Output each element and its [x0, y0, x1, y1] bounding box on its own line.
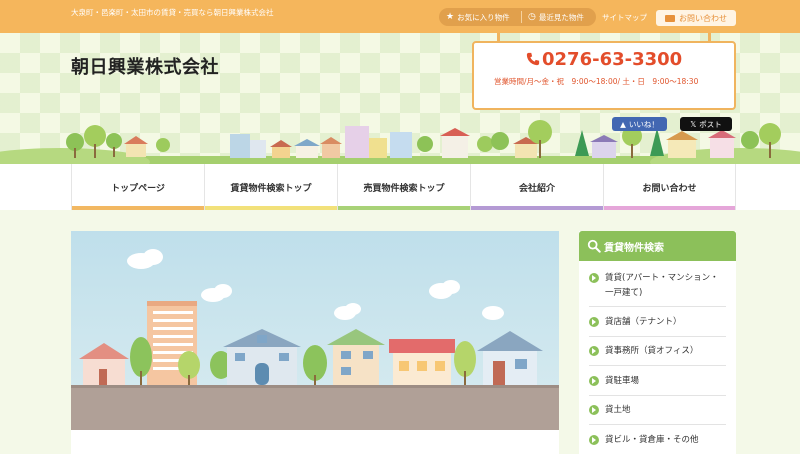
sidebar-item-label: 貸事務所（貸オフィス） — [605, 346, 699, 356]
sidebar-title: 賃貸物件検索 — [604, 242, 664, 254]
favorites-label: お気に入り物件 — [457, 12, 510, 22]
nav-label: トップページ — [111, 183, 165, 194]
divider — [589, 424, 726, 425]
recent-link[interactable]: ◷ 最近見た物件 — [528, 8, 584, 26]
sidebar-item-building-warehouse[interactable]: 貸ビル・貸倉庫・その他 — [589, 433, 726, 448]
sidebar-header: 賃貸物件検索 — [579, 231, 736, 261]
arrow-bullet-icon — [589, 317, 599, 327]
nav-underline — [338, 206, 470, 210]
divider — [589, 365, 726, 366]
sidebar-item-label: 賃貸(アパート・マンション・一戸建て) — [605, 273, 719, 298]
nav-underline — [604, 206, 735, 210]
favorites-link[interactable]: ★ お気に入り物件 — [446, 8, 510, 26]
phone-icon — [526, 52, 540, 66]
sitemap-label: サイトマップ — [602, 12, 647, 22]
townscape-image — [71, 249, 559, 430]
like-label: いいね！ — [628, 119, 659, 129]
recent-label: 最近見た物件 — [538, 12, 584, 22]
contact-top-label: お問い合わせ — [679, 13, 727, 23]
rental-search-sidebar: 賃貸物件検索 賃貸(アパート・マンション・一戸建て) 貸店舗（テナント） 貸事務… — [579, 231, 736, 454]
sidebar-item-parking[interactable]: 貸駐車場 — [589, 374, 726, 389]
nav-sale-search[interactable]: 売買物件検索トップ — [337, 164, 470, 210]
divider — [589, 336, 726, 337]
nav-company[interactable]: 会社紹介 — [470, 164, 603, 210]
phone-box: 0276-63-3300 営業時間/月〜金・祝 9:00〜18:00/ 土・日 … — [472, 41, 736, 110]
arrow-bullet-icon — [589, 435, 599, 445]
arrow-bullet-icon — [589, 273, 599, 283]
site-header: 朝日興業株式会社 0276-63-3300 営業時間/月〜金・祝 9:00〜18… — [0, 33, 800, 164]
divider — [521, 11, 522, 23]
x-post-button[interactable]: 𝕏 ポスト — [680, 117, 732, 131]
nav-underline — [205, 206, 337, 210]
divider — [589, 306, 726, 307]
thumbs-up-icon: ▲ — [620, 119, 626, 129]
sidebar-item-office[interactable]: 貸事務所（貸オフィス） — [589, 344, 726, 359]
clock-icon: ◷ — [528, 12, 536, 22]
phone-number[interactable]: 0276-63-3300 — [542, 49, 682, 70]
contact-top-button[interactable]: お問い合わせ — [656, 10, 736, 26]
nav-rental-search[interactable]: 賃貸物件検索トップ — [204, 164, 337, 210]
sitemap-link[interactable]: サイトマップ — [602, 8, 647, 26]
business-hours: 営業時間/月〜金・祝 9:00〜18:00/ 土・日 9:00〜18:30 — [494, 77, 699, 86]
nav-label: 賃貸物件検索トップ — [230, 183, 312, 194]
sidebar-item-label: 貸土地 — [605, 405, 631, 415]
content-area — [71, 430, 559, 454]
sidebar-item-label: 貸駐車場 — [605, 376, 640, 386]
company-logo[interactable]: 朝日興業株式会社 — [71, 53, 219, 79]
nav-underline — [72, 206, 204, 210]
facebook-like-button[interactable]: ▲ いいね！ — [612, 117, 667, 131]
divider — [589, 395, 726, 396]
nav-label: 会社紹介 — [518, 183, 555, 194]
sidebar-item-store[interactable]: 貸店舗（テナント） — [589, 315, 726, 330]
sidebar-item-rental-residential[interactable]: 賃貸(アパート・マンション・一戸建て) — [589, 271, 726, 301]
sidebar-item-land[interactable]: 貸土地 — [589, 403, 726, 418]
nav-underline — [471, 206, 603, 210]
sidebar-item-label: 貸店舗（テナント） — [605, 317, 682, 327]
top-bar: 大泉町・邑楽町・太田市の賃貸・売買なら朝日興業株式会社 ★ お気に入り物件 ◷ … — [0, 0, 800, 33]
arrow-bullet-icon — [589, 405, 599, 415]
x-logo-icon: 𝕏 — [690, 119, 697, 129]
post-label: ポスト — [699, 119, 722, 129]
search-icon — [587, 239, 601, 253]
nav-label: お問い合わせ — [642, 183, 697, 194]
arrow-bullet-icon — [589, 376, 599, 386]
star-icon: ★ — [446, 12, 455, 22]
mail-icon — [665, 14, 675, 22]
town-illustration — [0, 120, 800, 164]
sidebar-item-label: 貸ビル・貸倉庫・その他 — [605, 435, 699, 445]
nav-top-page[interactable]: トップページ — [71, 164, 204, 210]
nav-label: 売買物件検索トップ — [363, 183, 445, 194]
nav-contact[interactable]: お問い合わせ — [603, 164, 736, 210]
site-tagline: 大泉町・邑楽町・太田市の賃貸・売買なら朝日興業株式会社 — [71, 8, 274, 17]
global-nav: トップページ 賃貸物件検索トップ 売買物件検索トップ 会社紹介 お問い合わせ — [0, 164, 800, 210]
hero-illustration — [71, 231, 559, 430]
arrow-bullet-icon — [589, 346, 599, 356]
